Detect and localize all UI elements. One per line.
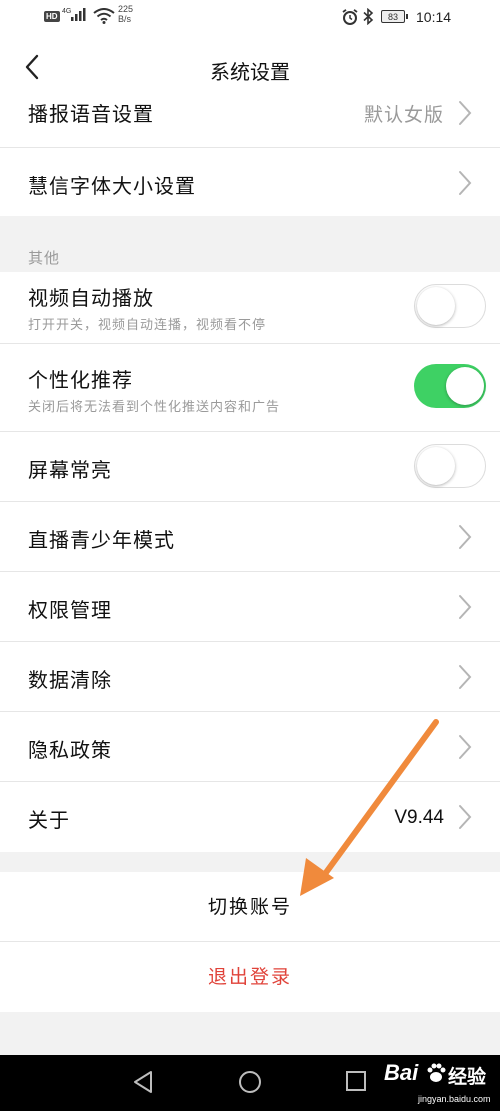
personalized-recommend-toggle[interactable]: [414, 364, 486, 408]
settings-item-personalized-recommend: 个性化推荐 关闭后将无法看到个性化推送内容和广告: [0, 344, 500, 432]
settings-item-label: 权限管理: [28, 598, 112, 622]
settings-item-description: 关闭后将无法看到个性化推送内容和广告: [28, 400, 281, 415]
switch-account-label: 切换账号: [207, 896, 292, 918]
settings-item-label: 播报语音设置: [28, 102, 154, 126]
screen-always-on-toggle[interactable]: [414, 444, 486, 488]
settings-item-font-size[interactable]: 慧信字体大小设置: [0, 148, 500, 216]
bluetooth-icon: [363, 8, 374, 25]
section-title-other: 其他: [28, 249, 61, 267]
chevron-right-icon: [459, 735, 472, 759]
toggle-knob: [417, 287, 455, 325]
settings-item-broadcast-voice[interactable]: 播报语音设置 默认女版: [0, 88, 500, 148]
nav-back-icon[interactable]: [132, 1070, 154, 1094]
settings-item-label: 慧信字体大小设置: [28, 174, 196, 198]
battery-indicator: 83: [381, 10, 408, 23]
logout-button[interactable]: 退出登录: [0, 942, 500, 1012]
alarm-icon: [342, 9, 358, 25]
watermark-brand: Bai: [384, 1060, 419, 1085]
watermark-brand-cn: 经验: [448, 1067, 487, 1088]
app-version: V9.44: [394, 807, 444, 828]
settings-item-permissions[interactable]: 权限管理: [0, 572, 500, 642]
page-title: 系统设置: [210, 60, 290, 84]
paw-logo-icon: [427, 1063, 446, 1082]
settings-item-label: 视频自动播放: [28, 286, 154, 310]
chevron-right-icon: [459, 595, 472, 619]
wifi-icon: [93, 8, 115, 24]
toggle-knob: [417, 447, 455, 485]
settings-item-about[interactable]: 关于 V9.44: [0, 782, 500, 852]
nav-header: 系统设置: [0, 46, 500, 90]
chevron-right-icon: [459, 101, 472, 125]
chevron-right-icon: [459, 171, 472, 195]
settings-item-privacy-policy[interactable]: 隐私政策: [0, 712, 500, 782]
settings-item-label: 直播青少年模式: [28, 528, 175, 552]
chevron-right-icon: [459, 525, 472, 549]
nav-home-icon[interactable]: [238, 1070, 262, 1094]
settings-item-teen-mode[interactable]: 直播青少年模式: [0, 502, 500, 572]
hd-badge: HD: [44, 11, 60, 22]
settings-item-clear-data[interactable]: 数据清除: [0, 642, 500, 712]
settings-item-label: 数据清除: [28, 668, 112, 692]
cell-signal-icon: 4G: [62, 8, 86, 21]
toggle-knob: [446, 367, 484, 405]
bottom-padding: [0, 1012, 500, 1055]
network-type: 4G: [62, 8, 71, 15]
switch-account-button[interactable]: 切换账号: [0, 872, 500, 942]
nav-recents-icon[interactable]: [345, 1070, 367, 1092]
network-speed: 225 B/s: [118, 4, 134, 24]
watermark-url: jingyan.baidu.com: [418, 1094, 491, 1104]
clock: 10:14: [416, 9, 452, 25]
settings-item-value: 默认女版: [363, 104, 444, 126]
settings-item-label: 关于: [28, 808, 70, 832]
settings-item-video-autoplay: 视频自动播放 打开开关，视频自动连播，视频看不停: [0, 272, 500, 344]
video-autoplay-toggle[interactable]: [414, 284, 486, 328]
chevron-right-icon: [459, 665, 472, 689]
logout-label: 退出登录: [207, 966, 292, 988]
settings-item-label: 个性化推荐: [28, 368, 133, 392]
settings-item-screen-always-on: 屏幕常亮: [0, 432, 500, 502]
section-divider: [0, 852, 500, 872]
chevron-right-icon: [459, 805, 472, 829]
section-divider: [0, 216, 500, 272]
settings-item-label: 隐私政策: [28, 738, 112, 762]
baidu-jingyan-watermark: Bai 经验 jingyan.baidu.com: [382, 1056, 500, 1111]
settings-item-label: 屏幕常亮: [28, 458, 112, 482]
settings-item-description: 打开开关，视频自动连播，视频看不停: [28, 318, 267, 333]
status-bar: HD 4G 225 B/s 83 10:14: [0, 0, 500, 36]
